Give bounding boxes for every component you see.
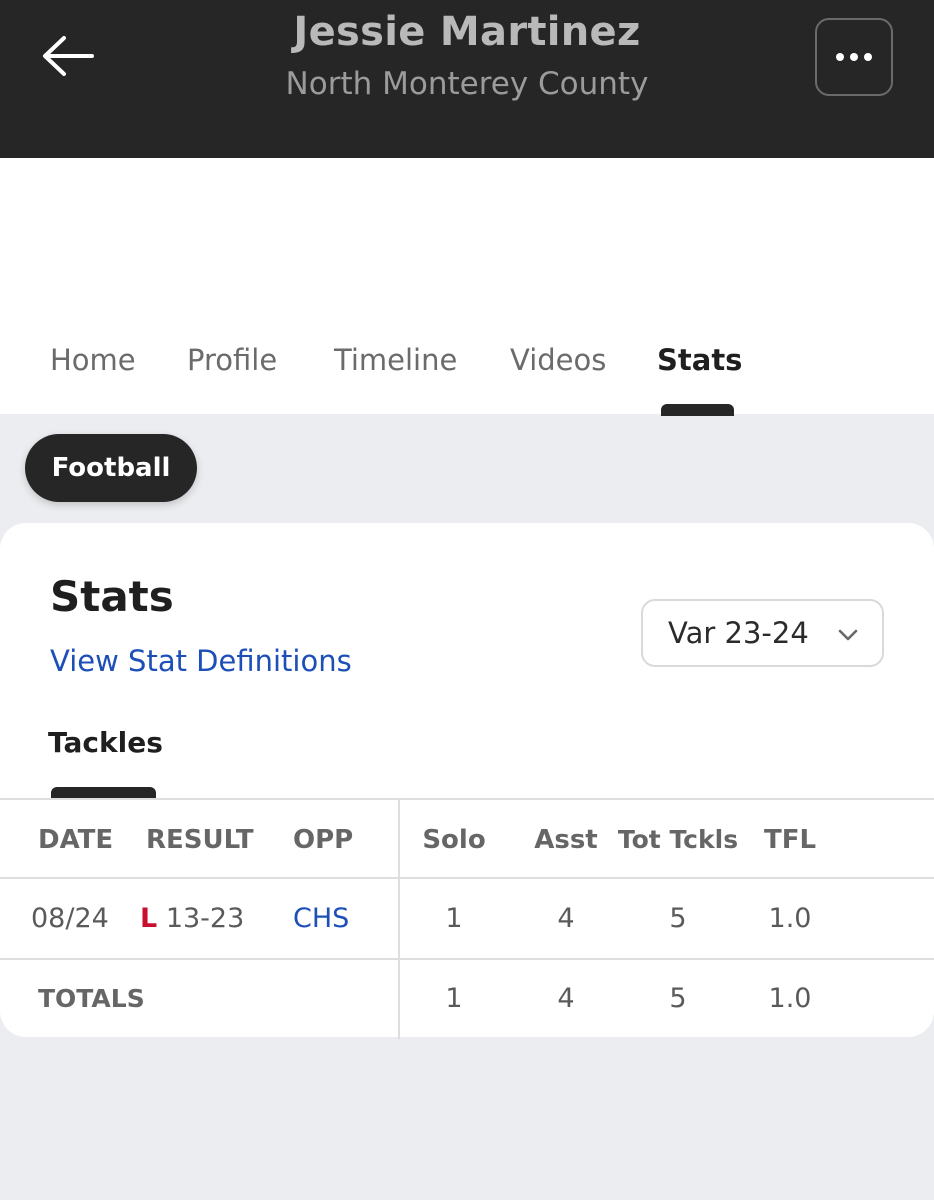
header-result: RESULT xyxy=(146,825,254,855)
tackles-table: DATE RESULT OPP Solo Asst Tot Tckls TFL … xyxy=(0,798,934,1039)
player-name: Jessie Martinez xyxy=(293,9,641,55)
header-date: DATE xyxy=(38,825,114,855)
header-opp: OPP xyxy=(293,825,354,855)
cell-asst: 4 xyxy=(557,903,575,934)
cell-tot-tckls: 5 xyxy=(669,903,687,934)
season-select-value: Var 23-24 xyxy=(668,616,809,650)
totals-label: TOTALS xyxy=(38,984,145,1013)
result-score: 13-23 xyxy=(165,903,245,934)
tab-profile[interactable]: Profile xyxy=(187,332,277,388)
tab-timeline[interactable]: Timeline xyxy=(334,332,457,388)
total-tfl: 1.0 xyxy=(768,983,812,1014)
cell-tfl: 1.0 xyxy=(768,903,812,934)
header-divider xyxy=(0,877,934,879)
total-solo: 1 xyxy=(445,983,463,1014)
cell-opponent-link[interactable]: CHS xyxy=(293,899,349,939)
top-bar: Jessie Martinez North Monterey County xyxy=(0,0,934,158)
profile-tabs: Home Profile Timeline Videos Stats xyxy=(0,332,934,414)
header-titles: Jessie Martinez North Monterey County xyxy=(150,6,784,104)
cell-result: L 13-23 xyxy=(140,899,244,939)
header-tfl: TFL xyxy=(763,825,817,855)
active-tab-indicator xyxy=(661,404,734,416)
result-outcome: L xyxy=(140,903,158,934)
row-divider xyxy=(0,958,934,960)
tab-tackles[interactable]: Tackles xyxy=(48,722,163,764)
total-asst: 4 xyxy=(557,983,575,1014)
ellipsis-icon xyxy=(836,53,872,61)
arrow-left-icon xyxy=(43,36,94,76)
school-name: North Monterey County xyxy=(285,66,649,102)
view-stat-definitions-link[interactable]: View Stat Definitions xyxy=(50,640,352,682)
sport-filter-football[interactable]: Football xyxy=(25,434,197,502)
tab-home[interactable]: Home xyxy=(50,332,136,388)
tab-stats[interactable]: Stats xyxy=(657,332,742,388)
back-button[interactable] xyxy=(38,30,98,82)
column-divider xyxy=(398,800,400,1039)
chevron-down-icon xyxy=(838,629,858,641)
cell-date: 08/24 xyxy=(31,903,109,934)
header-tot-tckls: Tot Tckls xyxy=(617,825,739,854)
cell-solo: 1 xyxy=(445,903,463,934)
season-select[interactable]: Var 23-24 xyxy=(641,599,884,667)
header-solo: Solo xyxy=(422,825,486,855)
more-options-button[interactable] xyxy=(815,18,893,96)
stats-title: Stats xyxy=(50,572,174,621)
header-asst: Asst xyxy=(534,825,598,855)
total-tot-tckls: 5 xyxy=(669,983,687,1014)
tab-videos[interactable]: Videos xyxy=(510,332,606,388)
